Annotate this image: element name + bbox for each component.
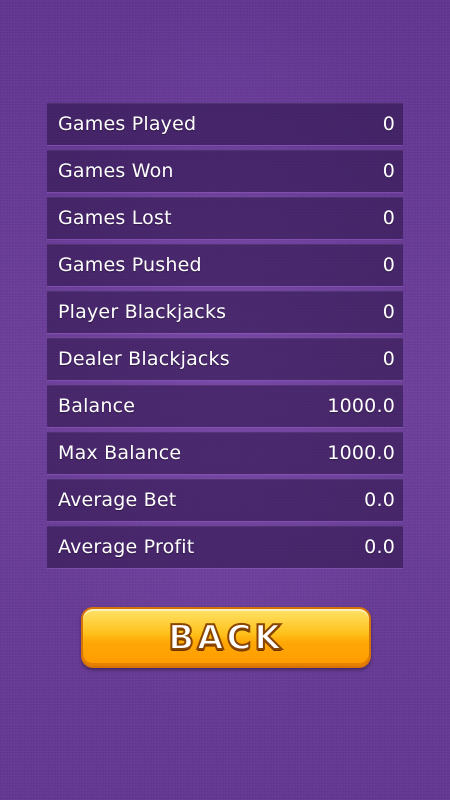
stat-value: 0.0 (364, 536, 395, 558)
stat-value: 0 (382, 113, 395, 135)
stat-row-balance: Balance 1000.0 (47, 385, 403, 427)
stat-label: Games Pushed (58, 254, 202, 276)
stat-row-games-lost: Games Lost 0 (47, 197, 403, 239)
stat-label: Average Profit (58, 536, 195, 558)
stat-value: 0 (382, 160, 395, 182)
stat-value: 1000.0 (327, 395, 395, 417)
stat-row-average-bet: Average Bet 0.0 (47, 479, 403, 521)
stat-label: Games Lost (58, 207, 172, 229)
stat-value: 0.0 (364, 489, 395, 511)
stat-label: Games Played (58, 113, 197, 135)
stat-label: Games Won (58, 160, 174, 182)
stat-row-average-profit: Average Profit 0.0 (47, 526, 403, 568)
stat-row-player-blackjacks: Player Blackjacks 0 (47, 291, 403, 333)
stat-row-max-balance: Max Balance 1000.0 (47, 432, 403, 474)
stat-row-games-won: Games Won 0 (47, 150, 403, 192)
stat-row-games-pushed: Games Pushed 0 (47, 244, 403, 286)
back-button[interactable]: BACK (81, 607, 371, 668)
stat-label: Average Bet (58, 489, 177, 511)
stat-value: 0 (382, 301, 395, 323)
stat-value: 0 (382, 207, 395, 229)
stat-value: 0 (382, 254, 395, 276)
stat-row-games-played: Games Played 0 (47, 103, 403, 145)
back-button-label: BACK (167, 617, 284, 659)
stat-value: 1000.0 (327, 442, 395, 464)
stat-label: Player Blackjacks (58, 301, 227, 323)
stat-value: 0 (382, 348, 395, 370)
stat-label: Max Balance (58, 442, 182, 464)
stat-label: Dealer Blackjacks (58, 348, 230, 370)
stat-label: Balance (58, 395, 136, 417)
stats-panel: Games Played 0 Games Won 0 Games Lost 0 … (47, 103, 403, 573)
stat-row-dealer-blackjacks: Dealer Blackjacks 0 (47, 338, 403, 380)
